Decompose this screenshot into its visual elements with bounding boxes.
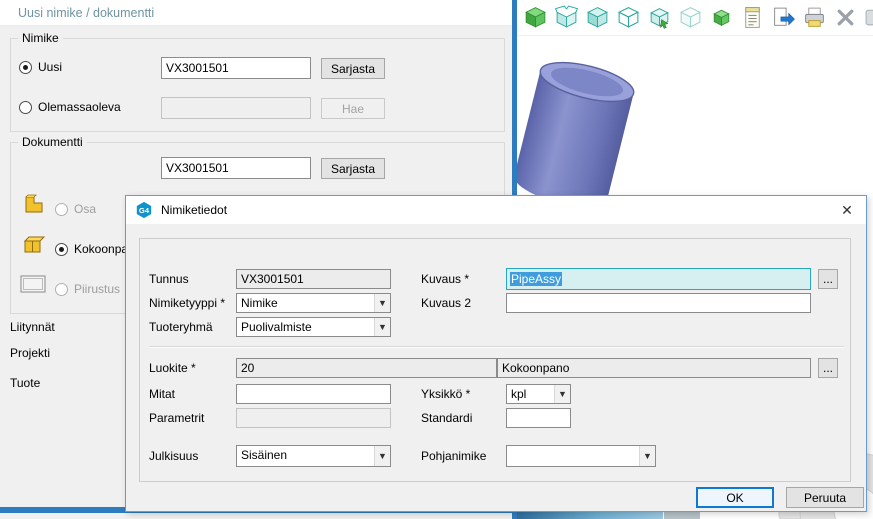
shaded-box-icon[interactable] [585,5,610,30]
chevron-down-icon: ▼ [554,385,570,403]
nimiketyyppi-label: Nimiketyyppi * [149,296,225,310]
drawing-icon [19,273,47,298]
existing-item-field [161,97,311,119]
assembly-icon [21,233,47,258]
kuvaus-selected-text: PipeAssy [510,272,562,286]
cancel-button[interactable]: Peruuta [786,487,864,508]
kuvaus-field[interactable]: PipeAssy [506,268,811,290]
separator [149,346,844,348]
small-green-cube-icon[interactable] [709,5,734,30]
chevron-down-icon: ▼ [374,446,390,466]
standardi-label: Standardi [421,411,472,425]
item-details-titlebar[interactable]: G4 Nimiketiedot ✕ [126,196,866,224]
julkisuus-select[interactable]: Sisäinen ▼ [236,445,391,467]
ok-button[interactable]: OK [696,487,774,508]
radio-piirustus: Piirustus [55,282,120,296]
new-item-dialog-titlebar[interactable]: Uusi nimike / dokumentti [0,0,512,26]
standardi-field[interactable] [506,408,571,428]
yksikko-select[interactable]: kpl ▼ [506,384,571,404]
radio-olemassaoleva-label: Olemassaoleva [38,100,121,114]
sarjasta-button-2[interactable]: Sarjasta [321,158,385,179]
item-details-dialog: G4 Nimiketiedot ✕ Tunnus Kuvaus * PipeAs… [125,195,867,512]
g4-logo-icon: G4 [135,201,153,219]
mitat-label: Mitat [149,387,175,401]
radio-uusi-label: Uusi [38,60,62,74]
nimike-group-label: Nimike [18,31,63,45]
radio-dot-uusi[interactable] [19,61,32,74]
svg-text:G4: G4 [139,206,150,215]
close-icon[interactable]: ✕ [832,198,862,222]
open-box-icon[interactable] [554,5,579,30]
julkisuus-label: Julkisuus [149,449,198,463]
kuvaus-browse-button[interactable]: ... [818,269,838,289]
yksikko-label: Yksikkö * [421,387,470,401]
arrow-box-icon[interactable] [647,5,672,30]
radio-osa-label: Osa [74,202,96,216]
tuoteryhma-label: Tuoteryhmä [149,320,213,334]
chevron-down-icon: ▼ [374,318,390,336]
radio-osa: Osa [55,202,96,216]
mitat-field[interactable] [236,384,391,404]
pale-box-icon[interactable] [678,5,703,30]
chevron-down-icon: ▼ [639,446,655,466]
printer-icon[interactable] [802,5,827,30]
app-window: Uusi nimike / dokumentti Nimike Uusi Sar… [0,0,873,519]
parametrit-field [236,408,391,428]
sheet-icon[interactable] [740,5,765,30]
pipe-model [492,22,682,197]
new-item-id-field[interactable] [161,57,311,79]
kuvaus-label: Kuvaus * [421,272,469,286]
tuoteryhma-select[interactable]: Puolivalmiste ▼ [236,317,391,337]
cad-toolbar [517,0,873,36]
nimike-groupbox: Nimike Uusi Sarjasta Olemassaoleva Hae [10,38,505,132]
kuvaus2-label: Kuvaus 2 [421,296,471,310]
tuote-label: Tuote [10,376,40,390]
radio-olemassaoleva[interactable]: Olemassaoleva [19,100,121,114]
nimiketyyppi-select[interactable]: Nimike ▼ [236,293,391,313]
tunnus-field[interactable] [236,269,391,289]
kuvaus2-field[interactable] [506,293,811,313]
outline-box-icon[interactable] [616,5,641,30]
luokite-label: Luokite * [149,361,196,375]
luokite-name-field[interactable] [497,358,811,378]
document-id-field[interactable] [161,157,311,179]
sarjasta-button[interactable]: Sarjasta [321,58,385,79]
radio-dot-kokoonpano[interactable] [55,243,68,256]
clipped-icon[interactable] [864,5,873,30]
dialog-title: Nimiketiedot [161,203,227,217]
radio-uusi[interactable]: Uusi [19,60,62,74]
radio-piirustus-label: Piirustus [74,282,120,296]
parametrit-label: Parametrit [149,411,204,425]
delete-icon[interactable] [833,5,858,30]
dokumentti-group-label: Dokumentti [18,135,87,149]
pohjanimike-select[interactable]: ▼ [506,445,656,467]
radio-dot-olemassaoleva[interactable] [19,101,32,114]
tunnus-label: Tunnus [149,272,189,286]
export-icon[interactable] [771,5,796,30]
luokite-browse-button[interactable]: ... [818,358,838,378]
radio-dot-piirustus [55,283,68,296]
luokite-code-field[interactable] [236,358,497,378]
green-cube-icon[interactable] [523,5,548,30]
pohjanimike-label: Pohjanimike [421,449,486,463]
radio-dot-osa [55,203,68,216]
part-icon [21,193,47,218]
projekti-label: Projekti [10,346,50,360]
dialog-title: Uusi nimike / dokumentti [18,6,154,20]
liitynnat-label: Liitynnät [10,320,55,334]
chevron-down-icon: ▼ [374,294,390,312]
hae-button: Hae [321,98,385,119]
